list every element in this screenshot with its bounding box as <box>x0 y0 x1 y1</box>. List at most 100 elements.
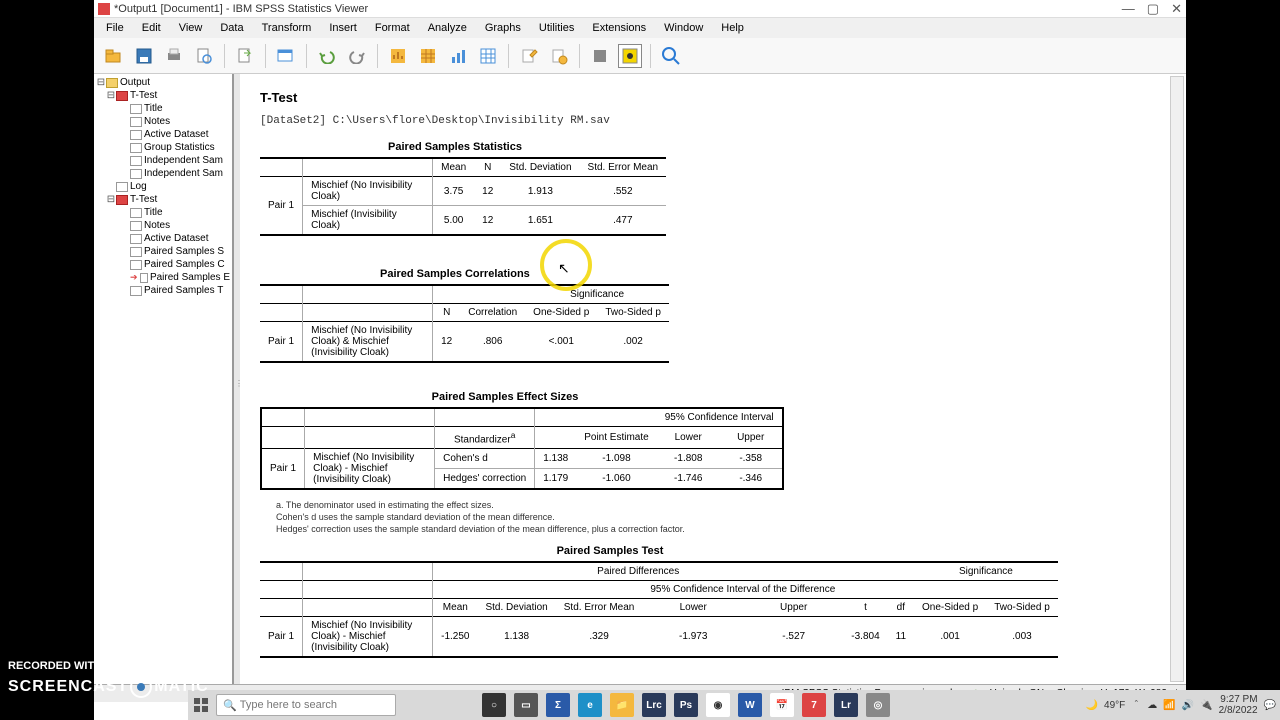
menu-graphs[interactable]: Graphs <box>477 20 529 36</box>
task-app2[interactable]: ◎ <box>866 693 890 717</box>
weather-icon[interactable]: 🌙 <box>1086 700 1098 711</box>
tree-ind-1[interactable]: Independent Sam <box>144 155 223 166</box>
corr-table[interactable]: Significance N Correlation One-Sided p T… <box>260 284 669 363</box>
print-icon[interactable] <box>162 44 186 68</box>
tree-paired-c[interactable]: Paired Samples C <box>144 259 225 270</box>
target-icon[interactable] <box>618 44 642 68</box>
tree-notes-2[interactable]: Notes <box>144 220 170 231</box>
effect-table[interactable]: 95% Confidence Interval Standardizera Po… <box>260 407 784 490</box>
search-icon[interactable] <box>659 44 683 68</box>
tree-title-1[interactable]: Title <box>144 103 163 114</box>
tree-ind-2[interactable]: Independent Sam <box>144 168 223 179</box>
task-app1[interactable]: 7 <box>802 693 826 717</box>
grid-icon[interactable] <box>476 44 500 68</box>
test-sig-h: Significance <box>914 562 1058 581</box>
tree-title-2[interactable]: Title <box>144 207 163 218</box>
bar-icon[interactable] <box>446 44 470 68</box>
tree-paired-t[interactable]: Paired Samples T <box>144 285 223 296</box>
tree-ttest-2[interactable]: T-Test <box>130 194 157 205</box>
task-calendar[interactable]: 📅 <box>770 693 794 717</box>
menu-format[interactable]: Format <box>367 20 418 36</box>
edit-icon[interactable] <box>517 44 541 68</box>
tree-paired-e[interactable]: Paired Samples E <box>150 272 230 283</box>
task-taskview[interactable]: ▭ <box>514 693 538 717</box>
search-icon-small: 🔍 <box>223 699 237 712</box>
effect-r0-stdval: 1.138 <box>535 449 577 469</box>
insert-chart-icon[interactable] <box>386 44 410 68</box>
undo-icon[interactable] <box>315 44 339 68</box>
menu-extensions[interactable]: Extensions <box>584 20 654 36</box>
test-ci-h: 95% Confidence Interval of the Differenc… <box>642 581 843 599</box>
open-icon[interactable] <box>102 44 126 68</box>
section-heading: T-Test <box>260 90 1166 105</box>
menubar: File Edit View Data Transform Insert For… <box>94 18 1186 38</box>
corr-h-p1: One-Sided p <box>525 304 597 322</box>
tray-notifications-icon[interactable]: 💬 <box>1264 700 1276 711</box>
task-edge[interactable]: e <box>578 693 602 717</box>
output-tree[interactable]: ⊟Output ⊟T-Test Title Notes Active Datas… <box>94 74 234 684</box>
corr-sig-h: Significance <box>525 285 669 304</box>
tray-power-icon[interactable]: 🔌 <box>1200 700 1212 711</box>
recall-dialog-icon[interactable] <box>274 44 298 68</box>
task-word[interactable]: W <box>738 693 762 717</box>
tray-wifi-icon[interactable]: 📶 <box>1163 700 1175 711</box>
tray-date[interactable]: 2/8/2022 <box>1219 705 1258 716</box>
test-h1: Std. Deviation <box>477 599 555 617</box>
watermark-brand: SCREENCASTMATIC <box>8 676 209 698</box>
menu-file[interactable]: File <box>98 20 132 36</box>
tray-cloud-icon[interactable]: ☁ <box>1147 700 1157 711</box>
output-content[interactable]: T-Test [DataSet2] C:\Users\flore\Desktop… <box>240 74 1186 684</box>
tray-chevron-icon[interactable]: ＾ <box>1131 698 1141 713</box>
tree-notes-1[interactable]: Notes <box>144 116 170 127</box>
task-lr[interactable]: Lr <box>834 693 858 717</box>
tree-active-1[interactable]: Active Dataset <box>144 129 208 140</box>
menu-view[interactable]: View <box>171 20 211 36</box>
task-spss[interactable]: Σ <box>546 693 570 717</box>
test-t: -3.804 <box>843 617 887 658</box>
tree-ttest-1[interactable]: T-Test <box>130 90 157 101</box>
test-lo: -1.973 <box>642 617 744 658</box>
preview-icon[interactable] <box>192 44 216 68</box>
vertical-scrollbar[interactable] <box>1170 76 1184 682</box>
menu-insert[interactable]: Insert <box>321 20 365 36</box>
effect-r1-stdval: 1.179 <box>535 469 577 490</box>
menu-transform[interactable]: Transform <box>254 20 320 36</box>
tree-root[interactable]: Output <box>120 77 150 88</box>
tray-time[interactable]: 9:27 PM <box>1219 694 1258 705</box>
test-sd: 1.138 <box>477 617 555 658</box>
tray-volume-icon[interactable]: 🔊 <box>1182 700 1194 711</box>
corr-corr: .806 <box>460 322 525 363</box>
task-lrc[interactable]: Lrc <box>642 693 666 717</box>
task-explorer[interactable]: 📁 <box>610 693 634 717</box>
menu-window[interactable]: Window <box>656 20 711 36</box>
system-tray[interactable]: 🌙 49°F ＾ ☁ 📶 🔊 🔌 9:27 PM 2/8/2022 💬 <box>1086 694 1276 716</box>
insert-table-icon[interactable] <box>416 44 440 68</box>
menu-help[interactable]: Help <box>713 20 752 36</box>
redo-icon[interactable] <box>345 44 369 68</box>
test-pair: Pair 1 <box>260 617 303 658</box>
task-ps[interactable]: Ps <box>674 693 698 717</box>
stats-table[interactable]: Mean N Std. Deviation Std. Error Mean Pa… <box>260 157 666 236</box>
effect-label: Mischief (No Invisibility Cloak) - Misch… <box>305 449 435 490</box>
menu-data[interactable]: Data <box>212 20 251 36</box>
tree-paired-s[interactable]: Paired Samples S <box>144 246 224 257</box>
test-table[interactable]: Paired Differences Significance 95% Conf… <box>260 561 1058 658</box>
tree-log[interactable]: Log <box>130 181 147 192</box>
menu-edit[interactable]: Edit <box>134 20 169 36</box>
menu-utilities[interactable]: Utilities <box>531 20 582 36</box>
maximize-button[interactable]: ▢ <box>1147 1 1159 17</box>
tree-active-2[interactable]: Active Dataset <box>144 233 208 244</box>
close-button[interactable]: ✕ <box>1171 1 1182 17</box>
minimize-button[interactable]: — <box>1122 1 1135 17</box>
attach-icon[interactable] <box>547 44 571 68</box>
square-icon[interactable] <box>588 44 612 68</box>
task-chrome[interactable]: ◉ <box>706 693 730 717</box>
taskbar-search[interactable]: 🔍 Type here to search <box>216 694 396 716</box>
tree-group-stats[interactable]: Group Statistics <box>144 142 215 153</box>
save-icon[interactable] <box>132 44 156 68</box>
stats-r1-sem: .477 <box>580 206 667 236</box>
start-button[interactable] <box>192 696 210 714</box>
task-cortana[interactable]: ○ <box>482 693 506 717</box>
export-icon[interactable] <box>233 44 257 68</box>
menu-analyze[interactable]: Analyze <box>420 20 475 36</box>
